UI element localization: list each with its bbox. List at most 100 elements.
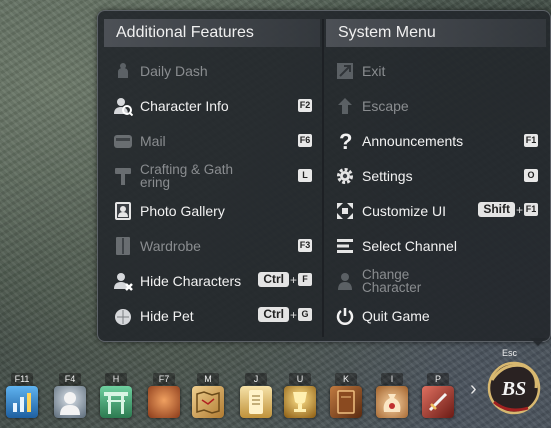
wardrobe-icon bbox=[112, 235, 134, 257]
hotkey-combo: Ctrl + F bbox=[258, 272, 312, 287]
modifier-key: Ctrl bbox=[258, 307, 289, 322]
hotbar-slot-bag[interactable]: I bbox=[372, 370, 412, 428]
customize-ui-icon bbox=[334, 200, 356, 222]
hotbar-slot-scroll[interactable]: J bbox=[236, 370, 276, 428]
combo-plus: + bbox=[289, 307, 297, 322]
additional-features-title: Additional Features bbox=[104, 19, 320, 47]
hotbar-slot-gate[interactable]: H bbox=[96, 370, 136, 428]
menu-item-daily-dash[interactable]: Daily Dash bbox=[104, 57, 320, 85]
hotbar-key: P bbox=[418, 373, 458, 385]
hotkey-badge: F2 bbox=[298, 99, 312, 112]
sword-icon bbox=[422, 386, 454, 418]
hotkey-badge: L bbox=[298, 169, 312, 182]
hotbar-slot-sword[interactable]: P bbox=[418, 370, 458, 428]
menu-item-customize-ui[interactable]: Customize UI Shift + F1 bbox=[326, 197, 546, 225]
menu-item-label: Photo Gallery bbox=[140, 202, 225, 219]
system-menu-column: System Menu Exit Escape ? Announcements … bbox=[326, 11, 546, 325]
hotbar-slot-character[interactable]: F4 bbox=[50, 370, 90, 428]
hotkey-badge: F6 bbox=[298, 134, 312, 147]
menu-item-label: Exit bbox=[362, 62, 386, 79]
hotkey-combo: Ctrl + G bbox=[258, 307, 312, 322]
menu-item-label: Character Info bbox=[140, 97, 229, 114]
exit-icon bbox=[334, 60, 356, 82]
menu-item-label: Settings bbox=[362, 167, 413, 184]
mail-icon bbox=[112, 130, 134, 152]
escape-icon bbox=[334, 95, 356, 117]
menu-item-quit-game[interactable]: Quit Game bbox=[326, 302, 546, 330]
question-icon: ? bbox=[334, 130, 356, 152]
menu-item-label: Select Channel bbox=[362, 237, 457, 254]
stats-icon bbox=[6, 386, 38, 418]
channel-icon bbox=[334, 235, 356, 257]
menu-item-crafting[interactable]: Crafting & Gath ering L bbox=[104, 162, 320, 190]
menu-item-photo-gallery[interactable]: Photo Gallery bbox=[104, 197, 320, 225]
combo-key: G bbox=[298, 308, 312, 321]
hotkey-combo: Shift + F1 bbox=[478, 202, 538, 217]
hotbar-slot-pouch[interactable]: F7 bbox=[144, 370, 184, 428]
menu-item-label: Hide Characters bbox=[140, 272, 242, 289]
additional-features-column: Additional Features Daily Dash Character… bbox=[104, 11, 320, 325]
hotbar-key: F7 bbox=[144, 373, 184, 385]
svg-text:?: ? bbox=[339, 130, 352, 152]
menu-item-exit[interactable]: Exit bbox=[326, 57, 546, 85]
hide-characters-icon bbox=[112, 270, 134, 292]
menu-item-announcements[interactable]: ? Announcements F1 bbox=[326, 127, 546, 155]
book-icon bbox=[330, 386, 362, 418]
menu-item-character-info[interactable]: Character Info F2 bbox=[104, 92, 320, 120]
menu-item-label: Daily Dash bbox=[140, 62, 208, 79]
menu-item-label: Quit Game bbox=[362, 307, 430, 324]
menu-item-escape[interactable]: Escape bbox=[326, 92, 546, 120]
menu-item-wardrobe[interactable]: Wardrobe F3 bbox=[104, 232, 320, 260]
daily-dash-icon bbox=[112, 60, 134, 82]
menu-item-select-channel[interactable]: Select Channel bbox=[326, 232, 546, 260]
menu-item-hide-characters[interactable]: Hide Characters Ctrl + F bbox=[104, 267, 320, 295]
menu-item-label: Announcements bbox=[362, 132, 464, 149]
menu-item-label: Wardrobe bbox=[140, 237, 201, 254]
map-icon bbox=[192, 386, 224, 418]
hotbar-key: J bbox=[236, 373, 276, 385]
crafting-icon bbox=[112, 165, 134, 187]
hotkey-badge: O bbox=[524, 169, 538, 182]
panel-pointer bbox=[530, 338, 546, 346]
game-menu-logo-button[interactable]: BS bbox=[484, 358, 544, 418]
hide-pet-icon bbox=[112, 305, 134, 327]
menu-item-label: Change Character bbox=[362, 267, 422, 295]
menu-item-label: Hide Pet bbox=[140, 307, 194, 324]
change-character-icon bbox=[334, 270, 356, 292]
modifier-key: Ctrl bbox=[258, 272, 289, 287]
menu-item-change-character[interactable]: Change Character bbox=[326, 267, 546, 295]
combo-key: F bbox=[298, 273, 312, 286]
system-menu-panel: Additional Features Daily Dash Character… bbox=[97, 10, 551, 342]
hotkey-badge: F3 bbox=[298, 239, 312, 252]
menu-item-label: Mail bbox=[140, 132, 166, 149]
character-bust-icon bbox=[54, 386, 86, 418]
hotbar-key: H bbox=[96, 373, 136, 385]
menu-item-label: Crafting & Gath ering bbox=[140, 162, 234, 190]
hotbar-expand-arrow[interactable]: › bbox=[470, 378, 477, 401]
hotbar-key: F11 bbox=[2, 373, 42, 385]
hotbar-slot-map[interactable]: M bbox=[188, 370, 228, 428]
hotbar-slot-book[interactable]: K bbox=[326, 370, 366, 428]
menu-item-mail[interactable]: Mail F6 bbox=[104, 127, 320, 155]
hotkey-badge: F1 bbox=[524, 134, 538, 147]
combo-key: F1 bbox=[524, 203, 538, 216]
menu-item-label: Escape bbox=[362, 97, 409, 114]
trophy-icon bbox=[284, 386, 316, 418]
esc-key-label: Esc bbox=[502, 348, 518, 358]
hotbar-slot-trophy[interactable]: U bbox=[280, 370, 320, 428]
gate-icon bbox=[100, 386, 132, 418]
menu-item-settings[interactable]: Settings O bbox=[326, 162, 546, 190]
power-icon bbox=[334, 305, 356, 327]
photo-gallery-icon bbox=[112, 200, 134, 222]
hotbar-key: F4 bbox=[50, 373, 90, 385]
hotbar-key: M bbox=[188, 373, 228, 385]
combo-plus: + bbox=[515, 202, 523, 217]
character-info-icon bbox=[112, 95, 134, 117]
hotbar-key: K bbox=[326, 373, 366, 385]
menu-item-hide-pet[interactable]: Hide Pet Ctrl + G bbox=[104, 302, 320, 330]
menu-item-label: Customize UI bbox=[362, 202, 447, 219]
gear-icon bbox=[334, 165, 356, 187]
modifier-key: Shift bbox=[478, 202, 515, 217]
bag-icon bbox=[376, 386, 408, 418]
hotbar-slot-stats[interactable]: F11 bbox=[2, 370, 42, 428]
